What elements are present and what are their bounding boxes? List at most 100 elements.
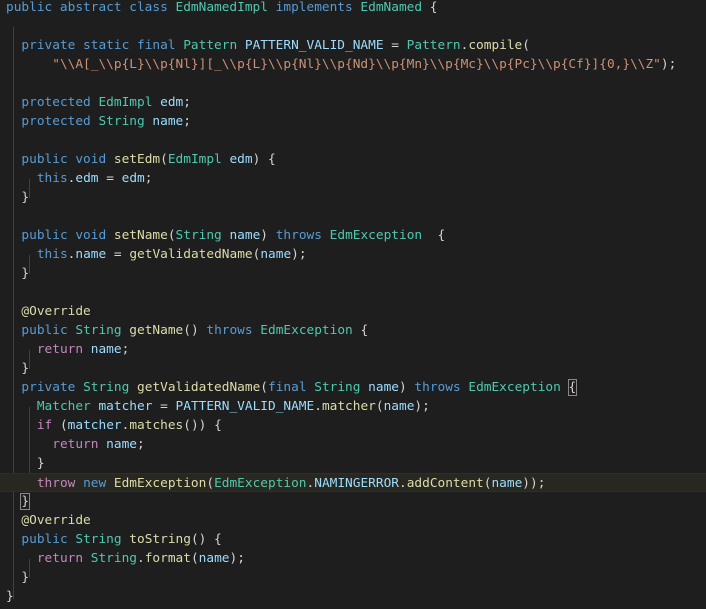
code-line[interactable]: protected String name; bbox=[0, 112, 706, 131]
code-line[interactable]: return String.format(name); bbox=[0, 549, 706, 568]
code-token: String bbox=[75, 532, 130, 547]
code-token: matcher bbox=[67, 418, 122, 433]
code-token: getName bbox=[129, 323, 184, 338]
code-token: final bbox=[268, 380, 315, 395]
line-text: if (matcher.matches()) { bbox=[6, 416, 222, 435]
code-line[interactable]: Matcher matcher = PATTERN_VALID_NAME.mat… bbox=[0, 397, 706, 416]
code-line[interactable] bbox=[0, 131, 706, 150]
code-token: String bbox=[98, 114, 153, 129]
code-token: this bbox=[36, 247, 68, 262]
code-line[interactable]: if (matcher.matches()) { bbox=[0, 416, 706, 435]
code-token: EdmNamedImpl bbox=[175, 0, 276, 15]
code-token: throws bbox=[275, 228, 330, 243]
code-editor[interactable]: public abstract class EdmNamedImpl imple… bbox=[0, 0, 706, 609]
line-text: } bbox=[6, 568, 29, 587]
code-line[interactable]: return name; bbox=[0, 435, 706, 454]
code-token: compile bbox=[468, 38, 523, 53]
code-token: } bbox=[6, 589, 14, 604]
line-text: protected String name; bbox=[6, 112, 191, 131]
line-text: } bbox=[6, 492, 31, 511]
code-token: ; bbox=[183, 114, 191, 129]
code-line[interactable]: public String toString() { bbox=[0, 530, 706, 549]
code-line[interactable]: public abstract class EdmNamedImpl imple… bbox=[0, 0, 706, 17]
code-token: ( bbox=[190, 551, 199, 566]
code-token: ; bbox=[144, 171, 153, 186]
code-token: { bbox=[352, 323, 369, 338]
code-token: EdmException bbox=[468, 380, 561, 395]
code-token: name bbox=[229, 228, 261, 243]
code-token: name bbox=[368, 380, 399, 395]
code-line[interactable]: public String getName() throws EdmExcept… bbox=[0, 321, 706, 340]
line-text: @Override bbox=[6, 302, 90, 321]
code-token: "\\A[_\\p{L}\\p{Nl}][_\\p{L}\\p{Nl}\\p{N… bbox=[52, 57, 661, 72]
code-token: { bbox=[422, 0, 438, 15]
current-line[interactable]: throw new EdmException(EdmException.NAMI… bbox=[0, 473, 706, 492]
code-token: EdmException bbox=[260, 323, 353, 338]
code-line[interactable]: return name; bbox=[0, 340, 706, 359]
code-token: name bbox=[90, 342, 122, 357]
code-token: ; bbox=[137, 437, 145, 452]
code-token: { bbox=[567, 379, 578, 396]
line-text: public String toString() { bbox=[6, 530, 221, 549]
code-line[interactable]: } bbox=[0, 492, 706, 511]
code-line[interactable]: public void setEdm(EdmImpl edm) { bbox=[0, 150, 706, 169]
code-token: ()) { bbox=[183, 418, 222, 433]
code-token: = bbox=[106, 247, 130, 262]
code-token: ) { bbox=[252, 152, 276, 167]
code-line[interactable]: } bbox=[0, 587, 706, 606]
code-token: } bbox=[20, 493, 31, 510]
code-token: . bbox=[398, 476, 407, 491]
code-line[interactable]: } bbox=[0, 188, 706, 207]
line-text: public String getName() throws EdmExcept… bbox=[6, 321, 368, 340]
code-token: getValidatedName bbox=[137, 380, 261, 395]
code-token: throws bbox=[206, 323, 261, 338]
line-text: Matcher matcher = PATTERN_VALID_NAME.mat… bbox=[6, 397, 430, 416]
code-token: ); bbox=[660, 57, 677, 72]
code-line[interactable]: } bbox=[0, 454, 706, 473]
code-line[interactable]: @Override bbox=[0, 302, 706, 321]
code-line[interactable]: "\\A[_\\p{L}\\p{Nl}][_\\p{L}\\p{Nl}\\p{N… bbox=[0, 55, 706, 74]
code-line[interactable]: public void setName(String name) throws … bbox=[0, 226, 706, 245]
code-token: name bbox=[198, 551, 230, 566]
code-token: Matcher bbox=[36, 399, 99, 414]
code-token: edm bbox=[121, 171, 145, 186]
code-line[interactable]: private static final Pattern PATTERN_VAL… bbox=[0, 36, 706, 55]
code-token: public bbox=[21, 323, 76, 338]
code-token: if bbox=[36, 418, 60, 433]
code-line[interactable] bbox=[0, 74, 706, 93]
code-line[interactable] bbox=[0, 17, 706, 36]
code-token: ( bbox=[160, 152, 168, 167]
code-token: PATTERN_VALID_NAME bbox=[244, 38, 384, 53]
code-token: ) bbox=[260, 228, 276, 243]
code-line[interactable]: } bbox=[0, 568, 706, 587]
code-token: toString bbox=[129, 532, 191, 547]
code-token: ( bbox=[522, 38, 530, 53]
code-token: private static final bbox=[21, 38, 184, 53]
code-line[interactable]: protected EdmImpl edm; bbox=[0, 93, 706, 112]
code-line[interactable]: @Override bbox=[0, 511, 706, 530]
code-line[interactable]: } bbox=[0, 359, 706, 378]
code-token: PATTERN_VALID_NAME bbox=[175, 399, 315, 414]
code-token: NAMINGERROR bbox=[314, 476, 399, 491]
code-line[interactable] bbox=[0, 207, 706, 226]
code-line[interactable] bbox=[0, 283, 706, 302]
code-token: } bbox=[6, 190, 30, 205]
code-token: ( bbox=[206, 476, 215, 491]
code-token: } bbox=[6, 456, 45, 471]
code-line[interactable]: } bbox=[0, 264, 706, 283]
code-line[interactable]: this.name = getValidatedName(name); bbox=[0, 245, 706, 264]
code-token: setName bbox=[113, 228, 168, 243]
code-line[interactable]: private String getValidatedName(final St… bbox=[0, 378, 706, 397]
code-line[interactable]: this.edm = edm; bbox=[0, 169, 706, 188]
